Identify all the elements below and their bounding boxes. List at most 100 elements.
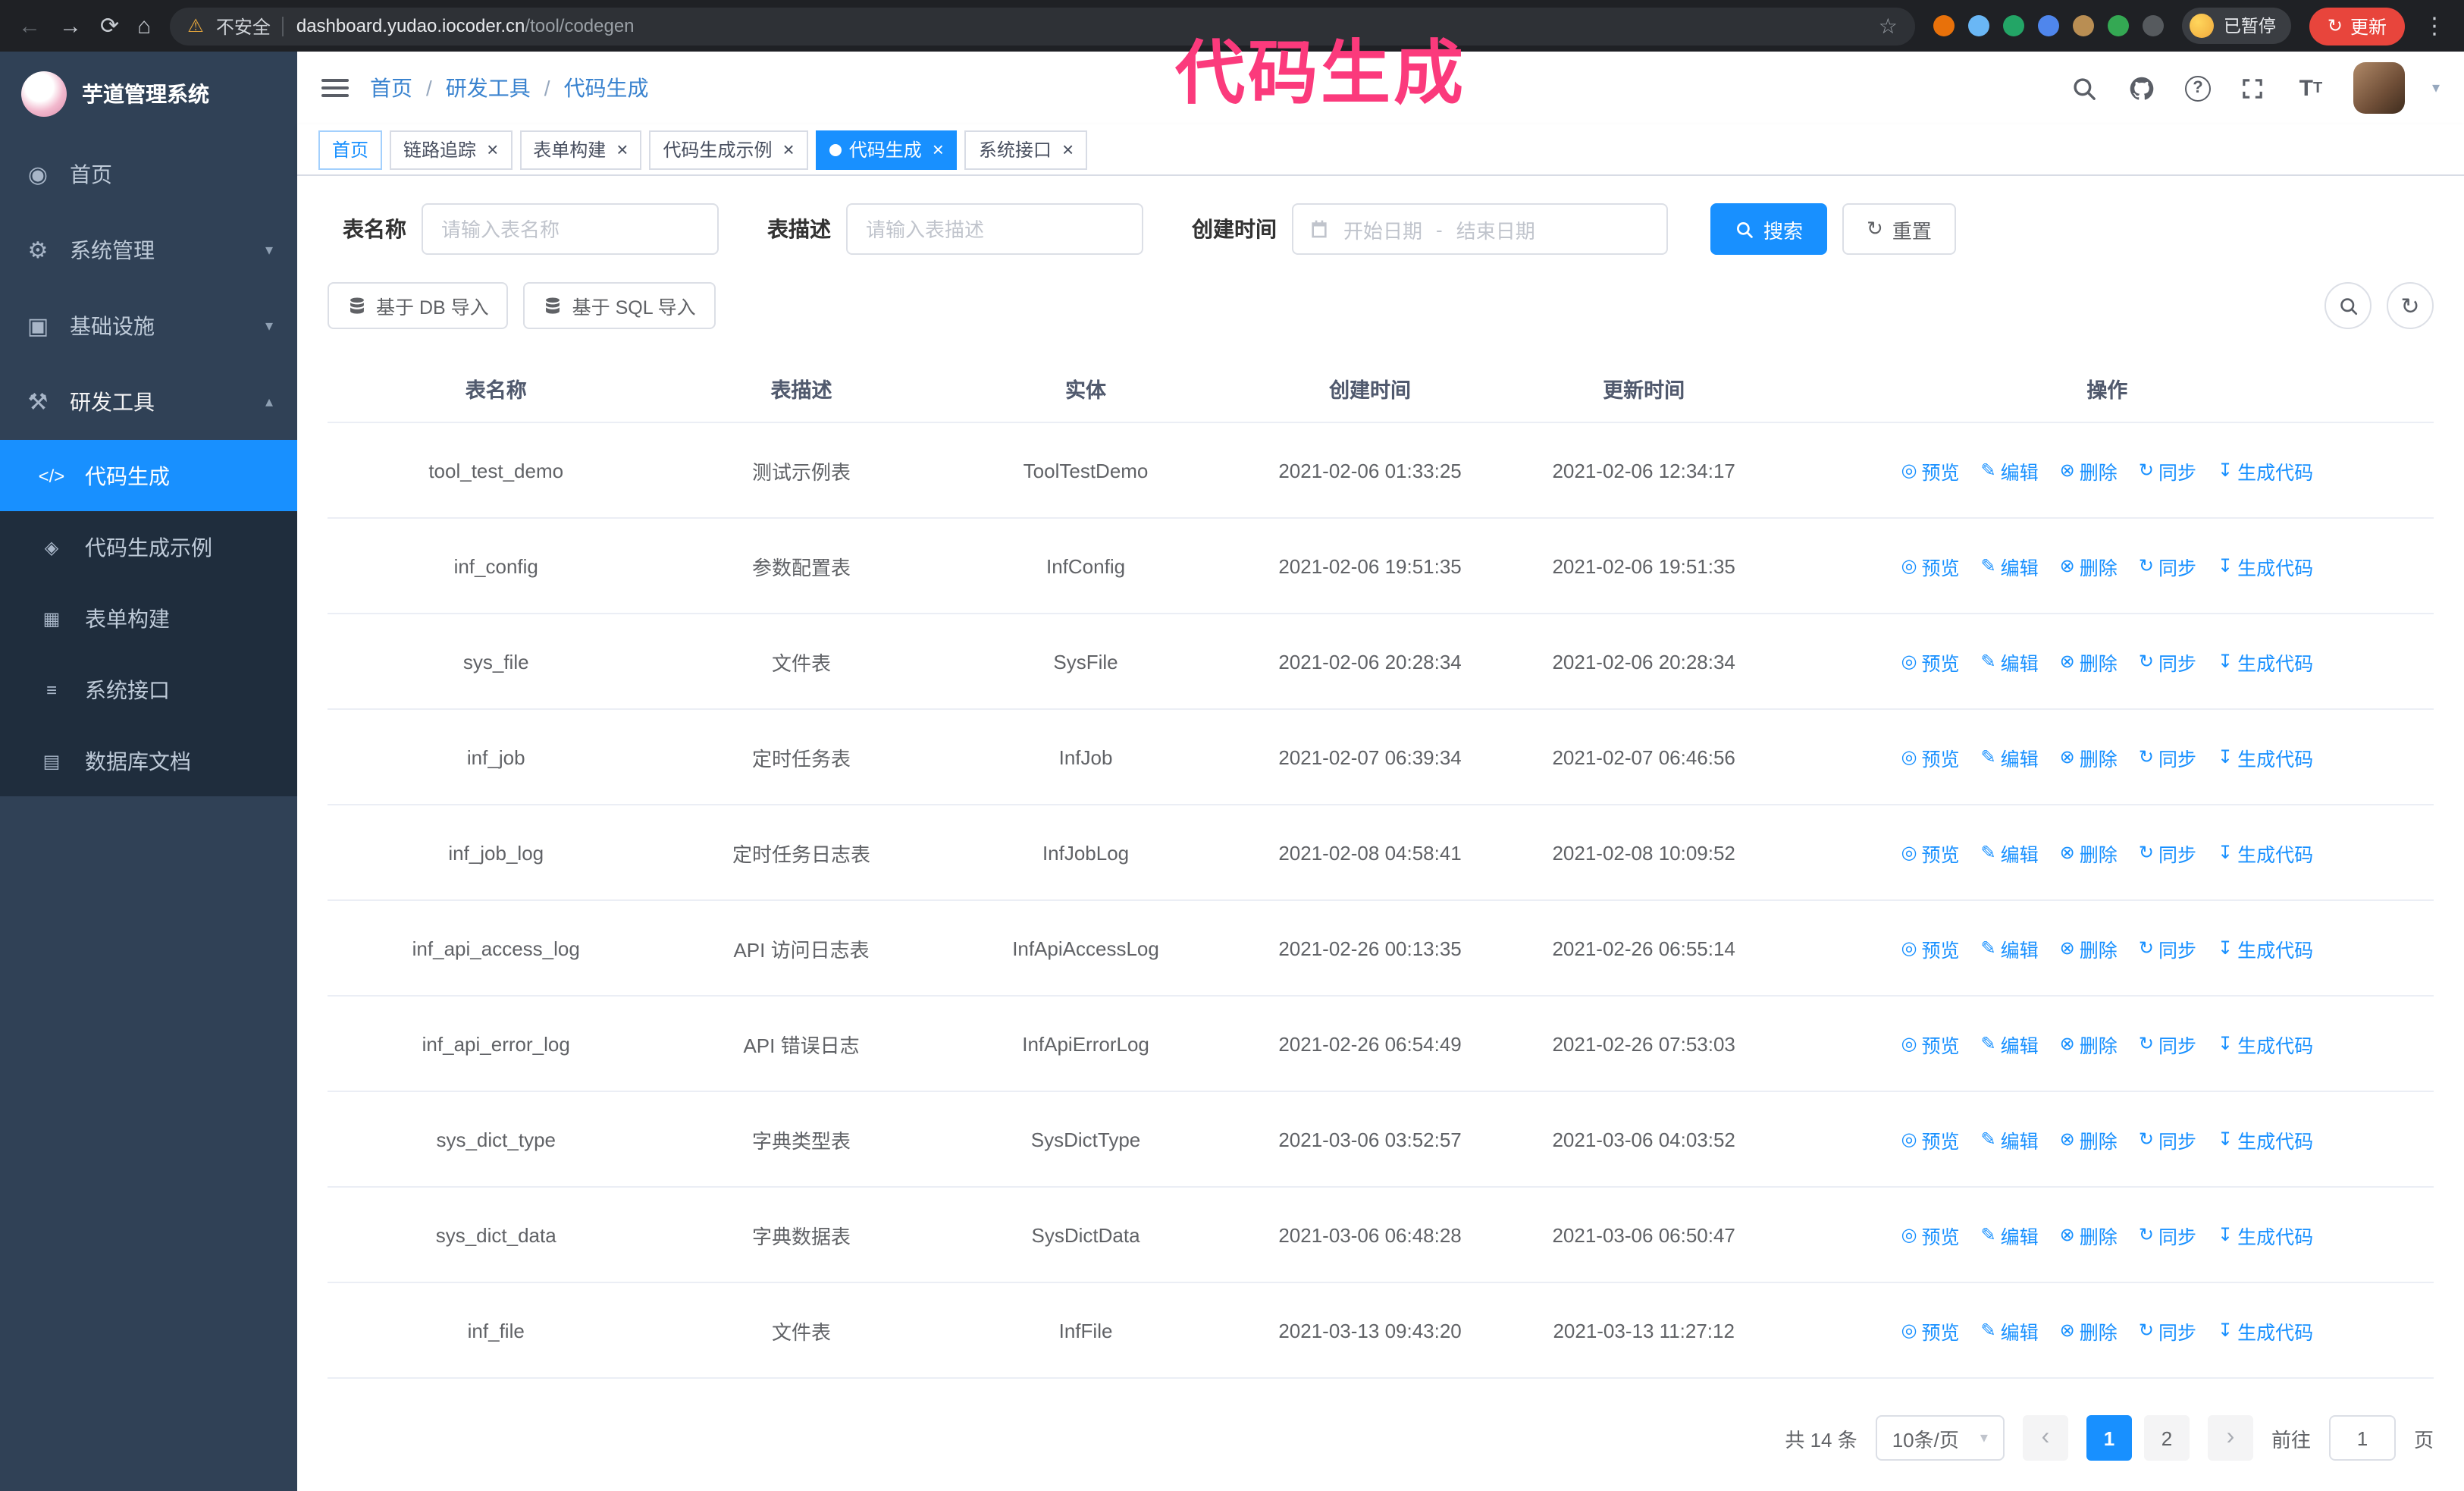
profile-chip[interactable]: 已暂停	[2182, 8, 2291, 44]
tab-item[interactable]: 首页	[318, 130, 383, 169]
star-icon[interactable]: ☆	[1879, 13, 1898, 39]
sidebar-item[interactable]: ⚒ 研发工具 ▴	[0, 364, 297, 440]
delete-link[interactable]: ⊗ 删除	[2060, 934, 2118, 962]
breadcrumb-item[interactable]: 研发工具	[446, 73, 531, 103]
sidebar-item[interactable]: ◉ 首页	[0, 137, 297, 212]
edit-link[interactable]: ✎ 编辑	[1981, 1029, 2039, 1058]
generate-code-link[interactable]: ↧ 生成代码	[2218, 1220, 2313, 1249]
update-button[interactable]: ↻ 更新	[2309, 7, 2405, 45]
preview-link[interactable]: ◎ 预览	[1901, 1029, 1960, 1058]
sync-link[interactable]: ↻ 同步	[2139, 1125, 2196, 1154]
delete-link[interactable]: ⊗ 删除	[2060, 647, 2118, 676]
import-db-button[interactable]: 基于 DB 导入	[328, 282, 509, 329]
sync-link[interactable]: ↻ 同步	[2139, 456, 2196, 485]
delete-link[interactable]: ⊗ 删除	[2060, 1316, 2118, 1345]
edit-link[interactable]: ✎ 编辑	[1981, 1125, 2039, 1154]
close-icon[interactable]: ×	[783, 140, 795, 159]
sidebar-subitem[interactable]: ◈ 代码生成示例	[0, 511, 297, 582]
close-icon[interactable]: ×	[616, 140, 628, 159]
extension-icon[interactable]	[1933, 15, 1955, 36]
preview-link[interactable]: ◎ 预览	[1901, 647, 1960, 676]
search-icon[interactable]	[2070, 73, 2100, 103]
tab-item[interactable]: 表单构建 ×	[519, 130, 642, 169]
generate-code-link[interactable]: ↧ 生成代码	[2218, 934, 2313, 962]
generate-code-link[interactable]: ↧ 生成代码	[2218, 1316, 2313, 1345]
generate-code-link[interactable]: ↧ 生成代码	[2218, 647, 2313, 676]
delete-link[interactable]: ⊗ 删除	[2060, 551, 2118, 580]
table-name-input[interactable]	[422, 203, 719, 255]
edit-link[interactable]: ✎ 编辑	[1981, 934, 2039, 962]
sync-link[interactable]: ↻ 同步	[2139, 647, 2196, 676]
sidebar-item[interactable]: ⚙ 系统管理 ▾	[0, 212, 297, 288]
preview-link[interactable]: ◎ 预览	[1901, 1125, 1960, 1154]
font-size-icon[interactable]: TT	[2296, 73, 2326, 103]
close-icon[interactable]: ×	[487, 140, 498, 159]
breadcrumb-item[interactable]: 代码生成	[564, 73, 649, 103]
import-sql-button[interactable]: 基于 SQL 导入	[523, 282, 716, 329]
edit-link[interactable]: ✎ 编辑	[1981, 742, 2039, 771]
edit-link[interactable]: ✎ 编辑	[1981, 1316, 2039, 1345]
delete-link[interactable]: ⊗ 删除	[2060, 456, 2118, 485]
preview-link[interactable]: ◎ 预览	[1901, 838, 1960, 867]
sidebar-subitem[interactable]: ▤ 数据库文档	[0, 725, 297, 796]
extension-icon[interactable]	[1968, 15, 1990, 36]
search-button[interactable]: 搜索	[1710, 203, 1828, 255]
page-button[interactable]: 2	[2143, 1415, 2190, 1461]
delete-link[interactable]: ⊗ 删除	[2060, 1029, 2118, 1058]
edit-link[interactable]: ✎ 编辑	[1981, 838, 2039, 867]
user-avatar[interactable]	[2353, 62, 2405, 114]
breadcrumb-item[interactable]: 首页	[370, 73, 412, 103]
sync-link[interactable]: ↻ 同步	[2139, 742, 2196, 771]
tab-item[interactable]: 链路追踪 ×	[390, 130, 513, 169]
fullscreen-icon[interactable]	[2238, 73, 2268, 103]
sync-link[interactable]: ↻ 同步	[2139, 934, 2196, 962]
edit-link[interactable]: ✎ 编辑	[1981, 551, 2039, 580]
goto-page-input[interactable]	[2328, 1415, 2396, 1461]
next-page-button[interactable]: ›	[2207, 1415, 2253, 1461]
sidebar-item[interactable]: ▣ 基础设施 ▾	[0, 288, 297, 364]
close-icon[interactable]: ×	[933, 140, 944, 159]
tab-item[interactable]: 代码生成示例 ×	[649, 130, 808, 169]
back-icon[interactable]: ←	[18, 14, 41, 37]
delete-link[interactable]: ⊗ 删除	[2060, 742, 2118, 771]
extension-icon[interactable]	[2143, 15, 2165, 36]
table-desc-input[interactable]	[846, 203, 1143, 255]
extension-icon[interactable]	[2038, 15, 2060, 36]
home-icon[interactable]: ⌂	[137, 14, 151, 37]
refresh-button[interactable]: ↻	[2387, 282, 2434, 329]
kebab-menu-icon[interactable]: ⋮	[2423, 14, 2446, 37]
sync-link[interactable]: ↻ 同步	[2139, 1220, 2196, 1249]
reload-icon[interactable]: ⟳	[100, 14, 119, 37]
generate-code-link[interactable]: ↧ 生成代码	[2218, 1029, 2313, 1058]
edit-link[interactable]: ✎ 编辑	[1981, 1220, 2039, 1249]
sync-link[interactable]: ↻ 同步	[2139, 1316, 2196, 1345]
page-button[interactable]: 1	[2086, 1415, 2132, 1461]
generate-code-link[interactable]: ↧ 生成代码	[2218, 838, 2313, 867]
generate-code-link[interactable]: ↧ 生成代码	[2218, 742, 2313, 771]
delete-link[interactable]: ⊗ 删除	[2060, 838, 2118, 867]
preview-link[interactable]: ◎ 预览	[1901, 934, 1960, 962]
generate-code-link[interactable]: ↧ 生成代码	[2218, 551, 2313, 580]
extension-icon[interactable]	[2073, 15, 2095, 36]
sync-link[interactable]: ↻ 同步	[2139, 551, 2196, 580]
delete-link[interactable]: ⊗ 删除	[2060, 1125, 2118, 1154]
delete-link[interactable]: ⊗ 删除	[2060, 1220, 2118, 1249]
sync-link[interactable]: ↻ 同步	[2139, 1029, 2196, 1058]
preview-link[interactable]: ◎ 预览	[1901, 742, 1960, 771]
sidebar-subitem[interactable]: ≡ 系统接口	[0, 654, 297, 725]
url-bar[interactable]: ⚠ 不安全 dashboard.yudao.iocoder.cn/tool/co…	[169, 7, 1916, 45]
search-toggle-button[interactable]	[2324, 282, 2372, 329]
page-size-select[interactable]: 10条/页 ▾	[1875, 1415, 2005, 1461]
generate-code-link[interactable]: ↧ 生成代码	[2218, 456, 2313, 485]
prev-page-button[interactable]: ‹	[2022, 1415, 2068, 1461]
github-icon[interactable]	[2127, 73, 2158, 103]
tab-item[interactable]: 代码生成 ×	[815, 130, 958, 169]
app-logo[interactable]: 芋道管理系统	[0, 52, 297, 137]
date-range-picker[interactable]: 开始日期 - 结束日期	[1292, 203, 1668, 255]
tab-item[interactable]: 系统接口 ×	[964, 130, 1088, 169]
sync-link[interactable]: ↻ 同步	[2139, 838, 2196, 867]
generate-code-link[interactable]: ↧ 生成代码	[2218, 1125, 2313, 1154]
preview-link[interactable]: ◎ 预览	[1901, 551, 1960, 580]
chevron-down-icon[interactable]: ▾	[2432, 80, 2440, 96]
edit-link[interactable]: ✎ 编辑	[1981, 456, 2039, 485]
